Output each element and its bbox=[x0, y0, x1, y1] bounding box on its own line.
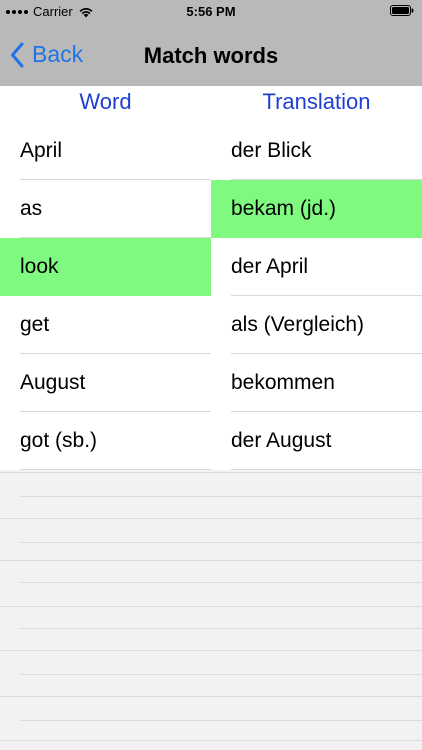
translation-cell[interactable]: der August bbox=[211, 412, 422, 470]
translation-column-header: Translation bbox=[262, 89, 371, 114]
word-cell[interactable]: August bbox=[0, 354, 211, 412]
separator-line bbox=[0, 696, 422, 697]
separator-line bbox=[20, 720, 422, 721]
word-cell[interactable]: April bbox=[0, 122, 211, 180]
empty-list-area bbox=[0, 470, 422, 750]
word-column-header: Word bbox=[79, 89, 132, 114]
navigation-bar: Back Match words bbox=[0, 22, 422, 86]
separator-line bbox=[20, 542, 422, 543]
separator-line bbox=[0, 560, 422, 561]
translation-cell[interactable]: bekommen bbox=[211, 354, 422, 412]
translation-cell[interactable]: der Blick bbox=[211, 122, 422, 180]
separator-line bbox=[0, 606, 422, 607]
column-header-row: Word Translation bbox=[0, 86, 422, 122]
translation-list: der Blick bekam (jd.) der April als (Ver… bbox=[211, 122, 422, 470]
separator-line bbox=[0, 650, 422, 651]
separator-line bbox=[0, 518, 422, 519]
separator-line bbox=[20, 496, 422, 497]
word-cell[interactable]: get bbox=[0, 296, 211, 354]
separator-line bbox=[0, 740, 422, 741]
separator-line bbox=[0, 472, 422, 473]
translation-cell[interactable]: bekam (jd.) bbox=[211, 180, 422, 238]
battery-icon bbox=[390, 5, 414, 16]
separator-line bbox=[20, 582, 422, 583]
status-time: 5:56 PM bbox=[186, 4, 236, 19]
word-list: April as look get August got (sb.) bbox=[0, 122, 211, 470]
separator-line bbox=[20, 674, 422, 675]
separator-line bbox=[20, 628, 422, 629]
word-cell[interactable]: look bbox=[0, 238, 211, 296]
page-title: Match words bbox=[143, 43, 279, 68]
translation-cell[interactable]: der April bbox=[211, 238, 422, 296]
word-cell[interactable]: got (sb.) bbox=[0, 412, 211, 470]
translation-cell[interactable]: als (Vergleich) bbox=[211, 296, 422, 354]
status-bar: Carrier 5:56 PM bbox=[0, 0, 422, 22]
word-cell[interactable]: as bbox=[0, 180, 211, 238]
